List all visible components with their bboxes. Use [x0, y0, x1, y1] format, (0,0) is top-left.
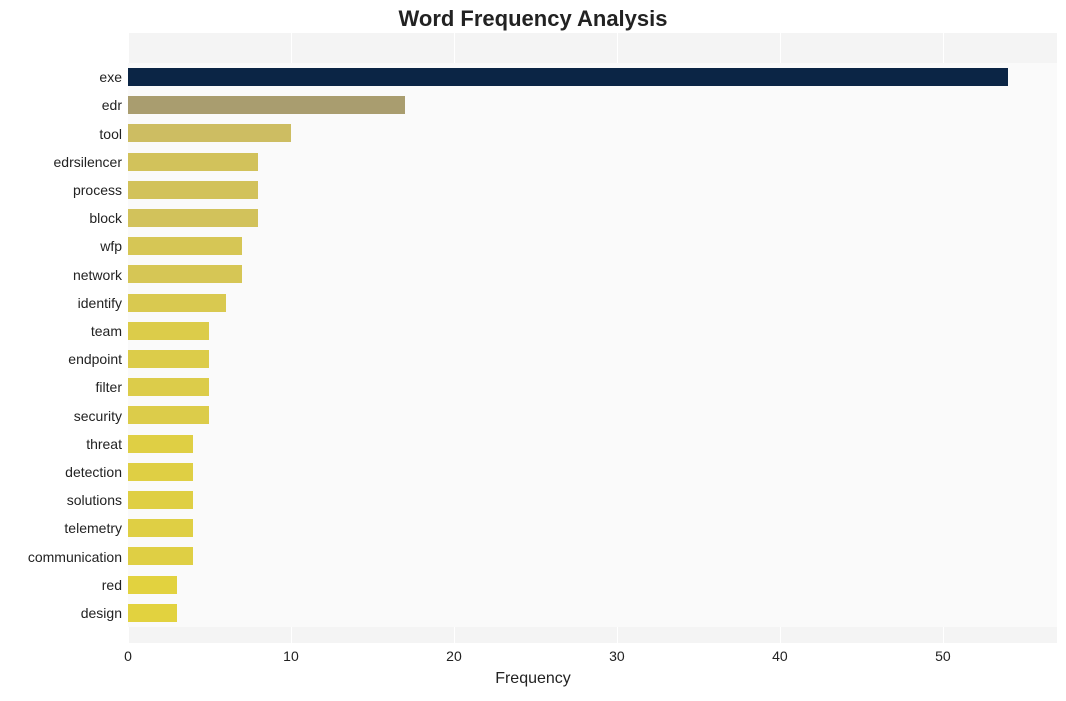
y-tick-label: red	[2, 571, 122, 599]
bar-row-bg	[128, 458, 1057, 486]
bar	[128, 350, 209, 368]
bar-row-bg	[128, 486, 1057, 514]
bar-row	[128, 148, 1057, 176]
bar-row	[128, 401, 1057, 429]
bar	[128, 463, 193, 481]
y-tick-label: identify	[2, 289, 122, 317]
bar-row-bg	[128, 599, 1057, 627]
bar	[128, 68, 1008, 86]
y-tick-label: tool	[2, 120, 122, 148]
y-tick-label: network	[2, 261, 122, 289]
bar	[128, 294, 226, 312]
y-tick-label: security	[2, 402, 122, 430]
y-tick-label: edrsilencer	[2, 148, 122, 176]
x-tick-label: 40	[772, 648, 788, 664]
chart-title: Word Frequency Analysis	[0, 6, 1066, 32]
bar	[128, 378, 209, 396]
bar	[128, 576, 177, 594]
y-tick-label: detection	[2, 458, 122, 486]
bar-row	[128, 373, 1057, 401]
bar	[128, 322, 209, 340]
bar-row-bg	[128, 317, 1057, 345]
y-tick-label: telemetry	[2, 514, 122, 542]
y-tick-label: team	[2, 317, 122, 345]
bar	[128, 406, 209, 424]
bar-row	[128, 430, 1057, 458]
bar-row	[128, 458, 1057, 486]
bar	[128, 604, 177, 622]
bar	[128, 435, 193, 453]
bar-row-bg	[128, 176, 1057, 204]
x-tick-label: 50	[935, 648, 951, 664]
bar-row-bg	[128, 571, 1057, 599]
bar	[128, 209, 258, 227]
y-tick-label: solutions	[2, 486, 122, 514]
bar-row	[128, 571, 1057, 599]
bar-row-bg	[128, 514, 1057, 542]
bar-row-bg	[128, 373, 1057, 401]
y-tick-label: endpoint	[2, 345, 122, 373]
bar	[128, 181, 258, 199]
bar-row	[128, 514, 1057, 542]
bar	[128, 124, 291, 142]
bar-row-bg	[128, 542, 1057, 570]
bar-row	[128, 176, 1057, 204]
bar-row	[128, 260, 1057, 288]
x-axis-label: Frequency	[0, 670, 1066, 688]
bar	[128, 265, 242, 283]
bar-row	[128, 232, 1057, 260]
y-tick-label: exe	[2, 63, 122, 91]
bar-row-bg	[128, 232, 1057, 260]
y-tick-label: filter	[2, 373, 122, 401]
bar	[128, 491, 193, 509]
bar	[128, 237, 242, 255]
y-tick-label: block	[2, 204, 122, 232]
bar-row	[128, 542, 1057, 570]
bar-row-bg	[128, 401, 1057, 429]
x-tick-label: 10	[283, 648, 299, 664]
y-tick-label: edr	[2, 91, 122, 119]
y-tick-label: wfp	[2, 232, 122, 260]
bar-row	[128, 91, 1057, 119]
bar-row-bg	[128, 345, 1057, 373]
y-tick-label: design	[2, 599, 122, 627]
bar-row	[128, 317, 1057, 345]
y-tick-label: process	[2, 176, 122, 204]
bar-row	[128, 599, 1057, 627]
y-tick-label: communication	[2, 543, 122, 571]
bar-row	[128, 119, 1057, 147]
x-tick-label: 0	[124, 648, 132, 664]
bar-row	[128, 63, 1057, 91]
plot-area	[128, 33, 1057, 643]
bar-row	[128, 289, 1057, 317]
y-tick-label: threat	[2, 430, 122, 458]
bar	[128, 547, 193, 565]
bar-row	[128, 486, 1057, 514]
bar-row-bg	[128, 260, 1057, 288]
chart-container: Word Frequency Analysis Frequency 0 10 20 3…	[0, 0, 1066, 701]
x-tick-label: 30	[609, 648, 625, 664]
bar	[128, 519, 193, 537]
bar-row	[128, 204, 1057, 232]
bar	[128, 153, 258, 171]
bar-row-bg	[128, 289, 1057, 317]
bar-row-bg	[128, 430, 1057, 458]
bar	[128, 96, 405, 114]
x-tick-label: 20	[446, 648, 462, 664]
bar-row-bg	[128, 204, 1057, 232]
bar-row-bg	[128, 148, 1057, 176]
bar-row	[128, 345, 1057, 373]
